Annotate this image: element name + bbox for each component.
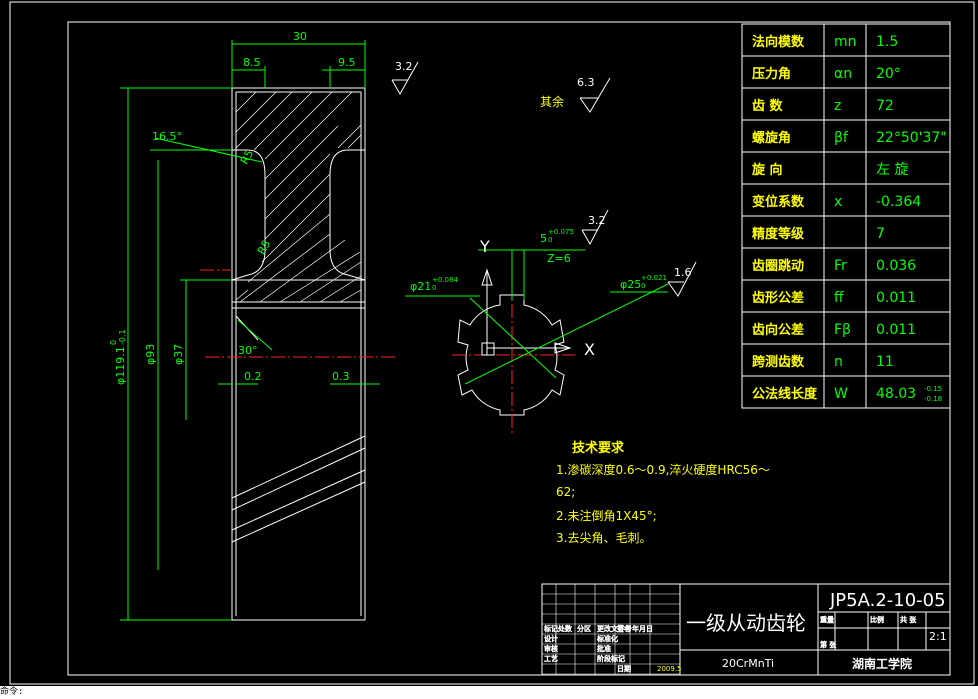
param-name: 齿圈跳动 [752, 258, 804, 274]
title-block-label: 批准 [597, 644, 611, 653]
dim-od-tol-lower: -0.1 [118, 329, 127, 345]
param-symbol: z [834, 98, 841, 114]
roughness-rest-value: 6.3 [577, 76, 595, 89]
title-block-label: 处数 [558, 624, 572, 633]
material: 20CrMnTi [722, 657, 774, 670]
dim-chamfer: 30° [238, 344, 258, 357]
tech-item-2: 62; [556, 485, 575, 499]
param-name: 法向模数 [752, 34, 805, 50]
roughness-rest-label: 其余 [540, 94, 564, 109]
param-value: 0.036 [876, 258, 916, 274]
axis-y-label: Y [479, 237, 490, 256]
dim-angle: 16.5° [152, 130, 182, 143]
dim-od-tol-upper: 0 [109, 340, 118, 345]
title-block-label: 共 张 [900, 615, 916, 624]
gear-parameter-table: 法向模数 mn 1.5 压力角 αn 20° 齿 数 z 72 螺旋角 βf 22°50'37" 旋 向… [741, 23, 951, 409]
command-line[interactable]: 命令: [0, 686, 978, 699]
param-value: 20° [876, 66, 901, 82]
dim-right: 9.5 [338, 56, 356, 69]
dim-gap-right: 0.3 [332, 370, 350, 383]
w-tol-upper: -0.15 [924, 385, 942, 393]
title-block-label: 比例 [870, 615, 884, 624]
param-name: 螺旋角 [752, 130, 791, 146]
param-value: 72 [876, 98, 894, 114]
dim-d21-tol2: 0 [432, 284, 436, 292]
param-symbol: αn [834, 66, 852, 82]
param-name: 压力角 [752, 66, 791, 82]
param-value: 22°50'37" [876, 130, 947, 146]
title-block-label: 日期 [617, 665, 631, 673]
dim-left: 8.5 [243, 56, 261, 69]
axis-x-label: X [584, 340, 595, 359]
dim-gap-left: 0.2 [244, 370, 262, 383]
param-value: 48.03 [876, 386, 916, 402]
title-block-label: 设计 [544, 634, 558, 643]
dim-r2: R5 [255, 238, 274, 257]
spline-width-tol: +0.075 [548, 228, 574, 236]
title-block-label: 分区 [577, 624, 591, 633]
spline-width-tol2: 0 [548, 236, 552, 244]
drawing-number: JP5A.2-10-05 [829, 590, 946, 611]
title-block-label: 重量 [820, 616, 834, 624]
w-tol-lower: -0.18 [924, 395, 942, 403]
param-symbol: Fβ [834, 322, 851, 338]
title-block-label: 工艺 [544, 655, 558, 663]
param-symbol: n [834, 354, 843, 370]
param-symbol: Fr [834, 258, 847, 274]
roughness-top: 3.2 [395, 60, 413, 73]
title-block: 标记 处数 分区 更改文件号签名 年月日设计审核工艺标准化批准阶段标记重量 比例共 张第 … [541, 583, 951, 676]
param-symbol: βf [834, 130, 849, 146]
param-value: -0.364 [876, 194, 921, 210]
tech-item-4: 3.去尖角、毛刺。 [556, 531, 651, 545]
param-value: 1.5 [876, 34, 898, 50]
param-value: 0.011 [876, 322, 916, 338]
date-value: 2009.5 [657, 665, 682, 673]
title-name: 一级从动齿轮 [686, 611, 806, 635]
roughness-bore: 1.6 [674, 266, 692, 279]
dim-d21-tol: +0.084 [432, 276, 458, 284]
param-symbol: x [834, 194, 842, 210]
tech-heading: 技术要求 [572, 440, 625, 456]
roughness-spline: 3.2 [588, 214, 606, 227]
scale-value: 2:1 [929, 630, 947, 643]
title-block-label: 审核 [544, 644, 558, 653]
param-name: 齿形公差 [752, 290, 804, 306]
dim-d21: φ21 [410, 280, 431, 293]
spline-width: 5 [540, 232, 547, 245]
title-block-label: 标准化 [597, 634, 618, 643]
title-block-label: 签名 [617, 624, 631, 633]
dim-width: 30 [293, 30, 307, 43]
cad-drawing: 30 8.5 9.5 3.2 6.3 其余 16.5° R5 R5 φ119.1… [9, 1, 975, 685]
tech-item-1: 1.渗碳深度0.6～0.9,淬火硬度HRC56～ [556, 462, 770, 477]
school-name: 湖南工学院 [852, 656, 912, 671]
param-symbol: ff [834, 290, 844, 306]
param-symbol: mn [834, 34, 857, 50]
param-name: 齿 数 [752, 98, 784, 114]
dim-d25-tol2: 0 [641, 282, 645, 290]
spline-z: Z=6 [547, 252, 571, 265]
dim-d37: φ37 [172, 344, 185, 365]
dim-d25-tol: +0.021 [641, 274, 667, 282]
param-name: 旋 向 [751, 162, 783, 178]
title-block-label: 第 张 [820, 640, 836, 649]
title-block-label: 标记 [544, 624, 558, 633]
gear-section-view [200, 87, 395, 621]
param-name: 公法线长度 [752, 386, 818, 402]
param-value: 11 [876, 354, 894, 370]
param-name: 精度等级 [752, 226, 805, 242]
title-block-label: 年月日 [632, 624, 653, 633]
param-value: 7 [876, 226, 885, 242]
title-block-label: 阶段标记 [597, 654, 625, 663]
tech-item-3: 2.未注倒角1X45°; [556, 508, 657, 523]
tech-requirements: 技术要求 1.渗碳深度0.6～0.9,淬火硬度HRC56～ 62; 2.未注倒角… [556, 440, 770, 545]
param-symbol: W [834, 386, 848, 402]
param-name: 跨测齿数 [752, 354, 805, 370]
param-value: 左 旋 [876, 162, 908, 178]
param-value: 0.011 [876, 290, 916, 306]
dim-d25: φ25 [620, 278, 641, 291]
param-name: 变位系数 [752, 194, 805, 210]
dim-d93: φ93 [144, 344, 157, 365]
param-name: 齿向公差 [752, 322, 804, 338]
dim-od: φ119.1 [114, 346, 127, 385]
